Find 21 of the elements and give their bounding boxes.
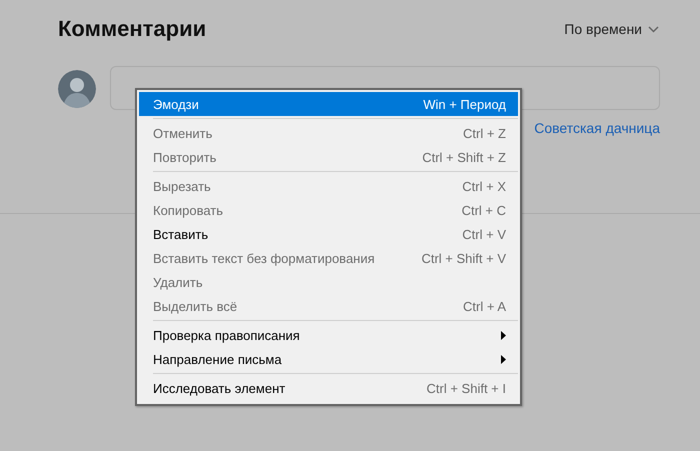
shortcut-label: Ctrl + X <box>462 178 506 194</box>
shortcut-label: Ctrl + C <box>462 202 506 218</box>
menu-item[interactable]: Вставить Ctrl + V <box>139 222 518 246</box>
shortcut-label: Ctrl + A <box>463 298 506 314</box>
shortcut-label: Ctrl + V <box>462 226 506 242</box>
shortcut-label: Ctrl + Shift + V <box>421 250 506 266</box>
shortcut-label: Ctrl + Shift + I <box>426 380 506 396</box>
menu-item[interactable]: Исследовать элемент Ctrl + Shift + I <box>139 376 518 400</box>
shortcut-label: Ctrl + Shift + Z <box>422 150 506 164</box>
section-title: Комментарии <box>58 16 206 42</box>
sort-dropdown[interactable]: По времени <box>564 21 659 37</box>
shortcut-label: Win + Период <box>423 96 506 112</box>
menu-item[interactable]: Проверка правописания <box>139 323 518 347</box>
menu-item[interactable]: Эмодзи Win + Период <box>139 92 518 116</box>
author-link[interactable]: Советская дачница <box>534 120 660 136</box>
submenu-arrow-icon <box>501 354 506 364</box>
avatar <box>58 70 96 108</box>
submenu-arrow-icon <box>501 330 506 340</box>
menu-item[interactable]: Направление письма <box>139 347 518 371</box>
chevron-down-icon <box>648 26 659 32</box>
shortcut-label: Ctrl + Z <box>463 126 506 140</box>
